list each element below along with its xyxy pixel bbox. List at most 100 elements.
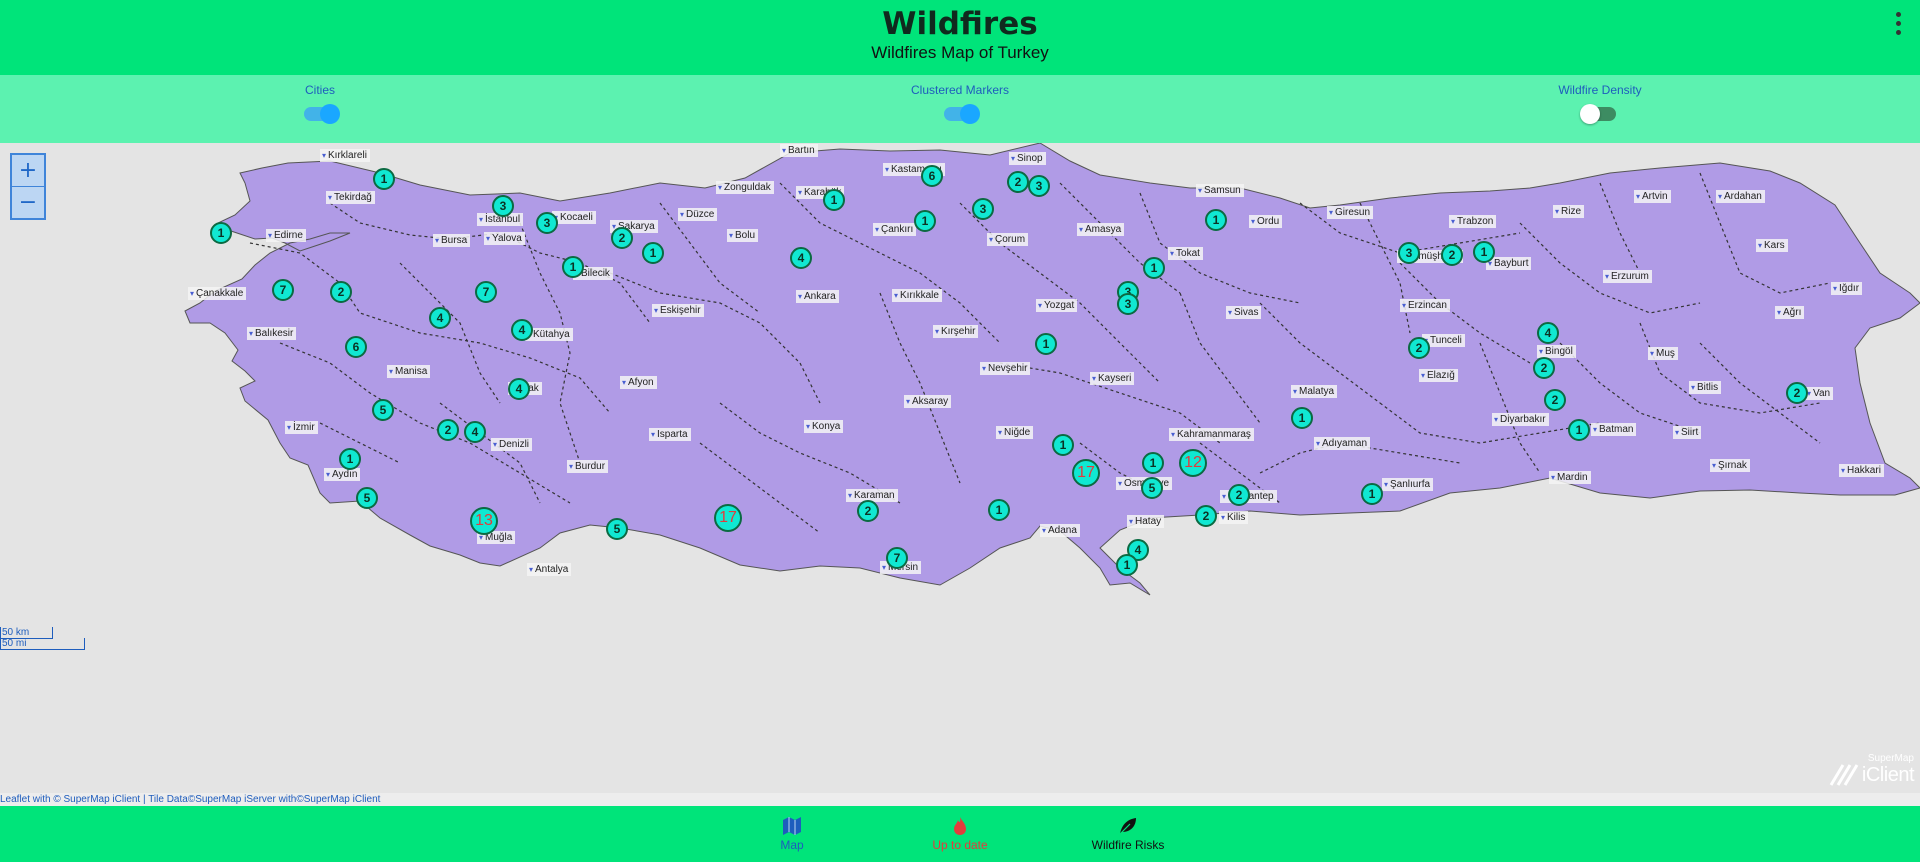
city-label[interactable]: ▾ Zonguldak	[716, 181, 774, 194]
city-label[interactable]: ▾ Sinop	[1009, 152, 1046, 165]
fire-cluster-marker[interactable]: 2	[437, 419, 459, 441]
fire-cluster-marker[interactable]: 2	[1195, 505, 1217, 527]
fire-cluster-marker[interactable]: 1	[339, 448, 361, 470]
city-label[interactable]: ▾ Balıkesir	[247, 327, 297, 340]
city-label[interactable]: ▾ Bartın	[780, 144, 818, 157]
fire-cluster-marker[interactable]: 2	[1007, 171, 1029, 193]
more-menu-icon[interactable]	[1894, 12, 1902, 38]
fire-cluster-marker[interactable]: 1	[210, 222, 232, 244]
city-label[interactable]: ▾ Siirt	[1673, 426, 1702, 439]
city-label[interactable]: ▾ Konya	[804, 420, 844, 433]
city-label[interactable]: ▾ Ordu	[1249, 215, 1283, 228]
city-label[interactable]: ▾ Isparta	[649, 428, 691, 441]
fire-cluster-marker[interactable]: 4	[790, 247, 812, 269]
city-label[interactable]: ▾ Muş	[1648, 347, 1678, 360]
fire-cluster-marker[interactable]: 1	[1205, 209, 1227, 231]
nav-up-to-date[interactable]: Up to date	[880, 816, 1040, 852]
fire-cluster-marker[interactable]: 2	[1408, 337, 1430, 359]
fire-cluster-marker[interactable]: 17	[1072, 459, 1100, 487]
nav-wildfire-risks[interactable]: Wildfire Risks	[1048, 816, 1208, 852]
city-label[interactable]: ▾ Amasya	[1077, 223, 1125, 236]
city-label[interactable]: ▾ Nevşehir	[980, 362, 1031, 375]
fire-cluster-marker[interactable]: 1	[1143, 257, 1165, 279]
city-label[interactable]: ▾ Tekirdağ	[326, 191, 375, 204]
city-label[interactable]: ▾ Batman	[1591, 423, 1637, 436]
cities-toggle[interactable]	[304, 104, 340, 124]
city-label[interactable]: ▾ Bursa	[433, 234, 471, 247]
city-label[interactable]: ▾ Hatay	[1127, 515, 1165, 528]
fire-cluster-marker[interactable]: 6	[345, 336, 367, 358]
fire-cluster-marker[interactable]: 4	[429, 307, 451, 329]
fire-cluster-marker[interactable]: 5	[606, 518, 628, 540]
fire-cluster-marker[interactable]: 1	[914, 210, 936, 232]
fire-cluster-marker[interactable]: 2	[1228, 484, 1250, 506]
city-label[interactable]: ▾ Trabzon	[1449, 215, 1497, 228]
city-label[interactable]: ▾ Kahramanmaraş	[1169, 428, 1254, 441]
fire-cluster-marker[interactable]: 3	[1028, 175, 1050, 197]
city-label[interactable]: ▾ Elazığ	[1419, 369, 1458, 382]
fire-cluster-marker[interactable]: 7	[886, 547, 908, 569]
fire-cluster-marker[interactable]: 6	[921, 165, 943, 187]
zoom-out-button[interactable]: −	[12, 187, 44, 218]
city-label[interactable]: ▾ Iğdır	[1831, 282, 1863, 295]
city-label[interactable]: ▾Kocaeli	[552, 211, 596, 224]
fire-cluster-marker[interactable]: 3	[1398, 242, 1420, 264]
fire-cluster-marker[interactable]: 4	[511, 319, 533, 341]
fire-cluster-marker[interactable]: 7	[272, 279, 294, 301]
fire-cluster-marker[interactable]: 7	[475, 281, 497, 303]
wildfire-density-toggle[interactable]	[1580, 104, 1616, 124]
city-label[interactable]: ▾ Tokat	[1168, 247, 1203, 260]
city-label[interactable]: ▾ Burdur	[567, 460, 609, 473]
city-label[interactable]: ▾ Şırnak	[1710, 459, 1750, 472]
fire-cluster-marker[interactable]: 5	[372, 399, 394, 421]
map-attribution[interactable]: Leaflet with © SuperMap iClient | Tile D…	[0, 793, 1920, 806]
fire-cluster-marker[interactable]: 4	[1537, 322, 1559, 344]
city-label[interactable]: ▾ Denizli	[491, 438, 533, 451]
city-label[interactable]: ▾ Kırşehir	[933, 325, 979, 338]
fire-cluster-marker[interactable]: 5	[1141, 477, 1163, 499]
city-label[interactable]: ▾ Kayseri	[1090, 372, 1135, 385]
city-label[interactable]: ▾ Aksaray	[904, 395, 952, 408]
city-label[interactable]: ▾ Malatya	[1291, 385, 1338, 398]
city-label[interactable]: ▾ Giresun	[1327, 206, 1374, 219]
fire-cluster-marker[interactable]: 1	[988, 499, 1010, 521]
fire-cluster-marker[interactable]: 1	[1116, 554, 1138, 576]
fire-cluster-marker[interactable]: 13	[470, 507, 498, 535]
fire-cluster-marker[interactable]: 2	[1786, 382, 1808, 404]
city-label[interactable]: ▾ Ağrı	[1775, 306, 1805, 319]
fire-cluster-marker[interactable]: 12	[1179, 449, 1207, 477]
city-label[interactable]: ▾ Niğde	[996, 426, 1034, 439]
city-label[interactable]: ▾ Ankara	[796, 290, 839, 303]
fire-cluster-marker[interactable]: 1	[642, 242, 664, 264]
city-label[interactable]: ▾ Manisa	[387, 365, 431, 378]
city-label[interactable]: ▾ Bitlis	[1689, 381, 1722, 394]
fire-cluster-marker[interactable]: 2	[330, 281, 352, 303]
fire-cluster-marker[interactable]: 2	[1544, 389, 1566, 411]
fire-cluster-marker[interactable]: 2	[857, 500, 879, 522]
city-label[interactable]: ▾ Artvin	[1634, 190, 1671, 203]
city-label[interactable]: ▾ Diyarbakır	[1492, 413, 1549, 426]
city-label[interactable]: ▾ Afyon	[620, 376, 657, 389]
city-label[interactable]: ▾ Yalova	[484, 232, 525, 245]
fire-cluster-marker[interactable]: 1	[373, 168, 395, 190]
city-label[interactable]: ▾ Kırklareli	[320, 149, 370, 162]
city-label[interactable]: ▾ Erzurum	[1603, 270, 1652, 283]
clustered-markers-toggle[interactable]	[944, 104, 980, 124]
city-label[interactable]: ▾ Van	[1805, 387, 1834, 400]
city-label[interactable]: ▾ Düzce	[678, 208, 718, 221]
city-label[interactable]: ▾ Antalya	[527, 563, 572, 576]
fire-cluster-marker[interactable]: 1	[1473, 241, 1495, 263]
city-label[interactable]: ▾ Aydın	[324, 468, 361, 481]
city-label[interactable]: ▾ Çanakkale	[188, 287, 247, 300]
fire-cluster-marker[interactable]: 3	[536, 212, 558, 234]
fire-cluster-marker[interactable]: 1	[1142, 452, 1164, 474]
city-label[interactable]: ▾ Adıyaman	[1314, 437, 1371, 450]
fire-cluster-marker[interactable]: 5	[356, 487, 378, 509]
city-label[interactable]: ▾ Kırıkkale	[892, 289, 942, 302]
city-label[interactable]: ▾ Edirne	[266, 229, 306, 242]
city-label[interactable]: ▾ Ardahan	[1716, 190, 1765, 203]
map-view[interactable]: + − ▾ Kırklareli ▾ Tekirdağ ▾ Edirne ▾ İstanbul…	[0, 143, 1920, 792]
fire-cluster-marker[interactable]: 4	[464, 421, 486, 443]
fire-cluster-marker[interactable]: 1	[1291, 407, 1313, 429]
city-label[interactable]: ▾ Rize	[1553, 205, 1585, 218]
